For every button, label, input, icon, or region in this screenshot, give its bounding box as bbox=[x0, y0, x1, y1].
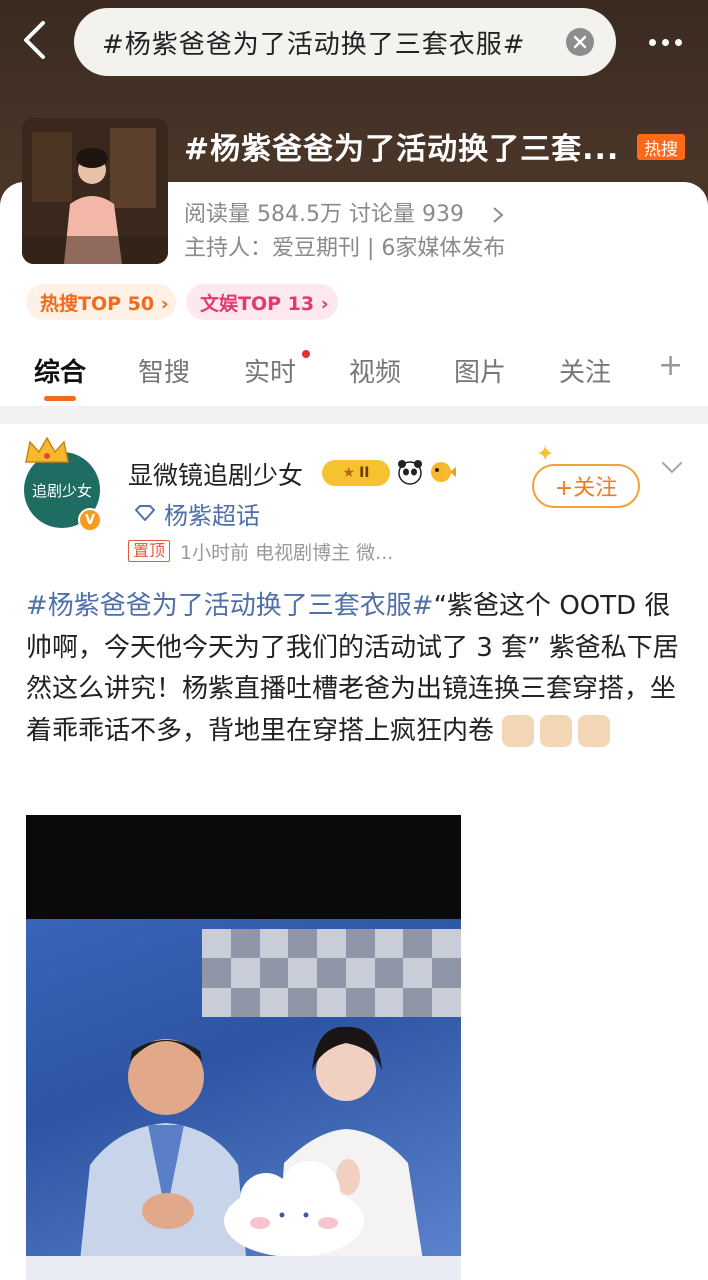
fan-level-badge: ★ II bbox=[322, 460, 390, 486]
hot-badge: 热搜 bbox=[637, 134, 685, 160]
verified-badge-icon: V bbox=[78, 508, 102, 532]
close-icon bbox=[573, 35, 587, 49]
topic-title: #杨紫爸爸为了活动换了三套... bbox=[184, 132, 620, 167]
post-hashtag-link[interactable]: #杨紫爸爸为了活动换了三套衣服# bbox=[26, 591, 434, 621]
panda-icon bbox=[396, 458, 424, 486]
active-tab-indicator bbox=[44, 396, 76, 401]
diamond-icon bbox=[135, 505, 155, 521]
crown-icon bbox=[25, 436, 69, 463]
pufferfish-icon bbox=[428, 458, 456, 486]
avatar-text: 追剧少女 bbox=[31, 481, 92, 500]
livestream-photo bbox=[26, 919, 461, 1280]
cover-illustration bbox=[22, 118, 168, 264]
clear-search-button[interactable] bbox=[566, 28, 594, 56]
search-query: #杨紫爸爸为了活动换了三套衣服# bbox=[102, 29, 526, 60]
chevron-down-icon[interactable] bbox=[660, 458, 684, 478]
fan-level-text: II bbox=[359, 465, 370, 481]
topic-stats[interactable]: 阅读量 584.5万 讨论量 939 bbox=[184, 196, 505, 228]
desk bbox=[26, 1256, 461, 1280]
tab-comprehensive[interactable]: 综合 bbox=[34, 352, 86, 389]
entertainment-rank-chip[interactable]: 文娱TOP 13 › bbox=[186, 284, 338, 320]
tab-bar: 综合 智搜 实时 视频 图片 关注 + bbox=[0, 340, 708, 402]
tab-images[interactable]: 图片 bbox=[454, 352, 506, 389]
pinned-badge: 置顶 bbox=[128, 540, 171, 562]
tab-realtime[interactable]: 实时 bbox=[244, 352, 296, 389]
topic-cover-image[interactable] bbox=[22, 118, 168, 264]
topic-stats-text: 阅读量 584.5万 讨论量 939 bbox=[184, 202, 464, 227]
topic-host: 主持人：爱豆期刊 | 6家媒体发布 bbox=[184, 236, 506, 261]
supertopic-label: 杨紫超话 bbox=[164, 501, 260, 530]
tab-following[interactable]: 关注 bbox=[559, 352, 611, 389]
cat-emoji-icon bbox=[578, 715, 611, 747]
author-name[interactable]: 显微镜追剧少女 bbox=[128, 456, 303, 492]
chevron-right-icon bbox=[493, 207, 504, 223]
post-meta: 置顶 1小时前 电视剧博主 微... bbox=[128, 538, 393, 564]
more-options-icon[interactable] bbox=[640, 22, 690, 62]
post-image[interactable] bbox=[26, 815, 461, 1280]
mosaic-blur bbox=[202, 929, 461, 1017]
realtime-new-dot bbox=[302, 350, 310, 358]
add-tab-button[interactable]: + bbox=[658, 348, 683, 383]
back-arrow-icon bbox=[24, 21, 45, 59]
fan-level-star-icon: ★ bbox=[342, 465, 356, 481]
back-button[interactable] bbox=[14, 18, 54, 62]
cloud-sticker bbox=[224, 1161, 364, 1257]
section-divider bbox=[0, 406, 708, 424]
tab-smart-search[interactable]: 智搜 bbox=[138, 352, 190, 389]
follow-button[interactable]: +关注 bbox=[532, 464, 640, 508]
post-body: #杨紫爸爸为了活动换了三套衣服#“紫爸这个 OOTD 很帅啊，今天他今天为了我们… bbox=[26, 586, 686, 752]
hot-search-rank-chip[interactable]: 热搜TOP 50 › bbox=[26, 284, 176, 320]
tab-video[interactable]: 视频 bbox=[349, 352, 401, 389]
supertopic-link[interactable]: 杨紫超话 bbox=[134, 498, 260, 530]
cat-emoji-icon bbox=[502, 715, 535, 747]
post-meta-text: 1小时前 电视剧博主 微... bbox=[180, 541, 394, 564]
author-avatar[interactable]: 追剧少女 V bbox=[20, 436, 104, 532]
cat-emoji-icon bbox=[540, 715, 573, 747]
search-input[interactable]: #杨紫爸爸为了活动换了三套衣服# bbox=[74, 8, 616, 76]
